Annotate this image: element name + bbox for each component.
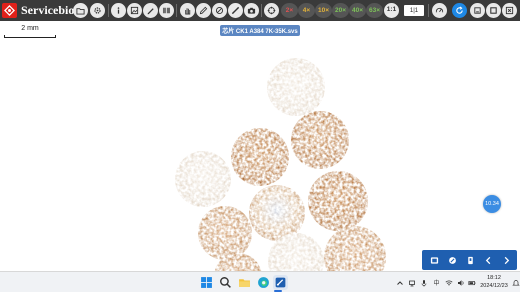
sync-refresh-icon[interactable] bbox=[452, 3, 467, 18]
tissue-core bbox=[267, 58, 325, 116]
toolbar-separator bbox=[176, 4, 177, 17]
start-windows-icon[interactable] bbox=[199, 275, 214, 290]
one-to-one-button[interactable]: 1:1 bbox=[384, 3, 399, 18]
ime-language-indicator[interactable]: 中 bbox=[432, 278, 441, 287]
scale-select[interactable]: 1|1 bbox=[404, 5, 424, 16]
settings-gear-icon[interactable] bbox=[90, 3, 105, 18]
maximize-icon[interactable] bbox=[486, 3, 501, 18]
zoom-2x-label: 2× bbox=[285, 7, 294, 14]
toolbar-separator bbox=[108, 4, 109, 17]
tissue-core bbox=[175, 151, 231, 207]
tissue-core bbox=[308, 171, 368, 231]
brand-name: Servicebio bbox=[21, 3, 75, 17]
network-icon[interactable] bbox=[407, 278, 416, 287]
battery-icon[interactable] bbox=[467, 278, 476, 287]
info-icon[interactable] bbox=[111, 3, 126, 18]
slide-viewer-app-icon[interactable] bbox=[273, 275, 288, 290]
toolbar-separator bbox=[428, 4, 429, 17]
edge-browser-icon[interactable] bbox=[256, 275, 271, 290]
speaker-volume-icon[interactable] bbox=[456, 278, 465, 287]
image-info-icon[interactable] bbox=[127, 3, 142, 18]
tissue-core bbox=[231, 128, 289, 186]
zoom-10x-button[interactable]: 10× bbox=[315, 3, 332, 18]
top-toolbar: Servicebio 2× 4× 10× 20× 40× 63× 1:1 1|1 bbox=[0, 0, 520, 21]
eraser-icon[interactable] bbox=[212, 3, 227, 18]
clock-date: 2024/12/23 bbox=[480, 283, 508, 289]
clock-time: 18:12 bbox=[487, 275, 501, 281]
brand: Servicebio bbox=[2, 2, 74, 19]
draw-pencil-icon[interactable] bbox=[196, 3, 211, 18]
scale-bar: 2 mm bbox=[4, 25, 56, 39]
zoom-40x-label: 40× bbox=[351, 7, 364, 14]
pan-hand-icon[interactable] bbox=[180, 3, 195, 18]
link-icon[interactable] bbox=[445, 253, 459, 267]
thumbnail-icon[interactable] bbox=[427, 253, 441, 267]
search-icon[interactable] bbox=[218, 275, 233, 290]
slide-title: 芯片 CK1 A384 7K-35K.svs bbox=[220, 25, 300, 36]
file-explorer-icon[interactable] bbox=[237, 275, 252, 290]
zoom-40x-button[interactable]: 40× bbox=[349, 3, 366, 18]
zoom-2x-button[interactable]: 2× bbox=[281, 3, 298, 18]
label-icon[interactable] bbox=[463, 253, 477, 267]
scale-bar-line bbox=[4, 35, 56, 38]
camera-snapshot-icon[interactable] bbox=[244, 3, 259, 18]
zoom-4x-label: 4× bbox=[302, 7, 311, 14]
previous-arrow-icon[interactable] bbox=[481, 253, 495, 267]
tissue-core bbox=[324, 226, 386, 271]
toolbar-separator bbox=[261, 4, 262, 17]
magnification-badge[interactable]: 10.34 bbox=[483, 195, 501, 213]
windows-taskbar: 中 18:12 2024/12/23 bbox=[0, 271, 520, 292]
speedometer-icon[interactable] bbox=[432, 3, 447, 18]
scale-select-value: 1|1 bbox=[409, 7, 419, 14]
zoom-63x-label: 63× bbox=[368, 7, 381, 14]
close-icon[interactable] bbox=[502, 3, 517, 18]
barcode-icon[interactable] bbox=[159, 3, 174, 18]
zoom-20x-label: 20× bbox=[334, 7, 347, 14]
tissue-core bbox=[291, 111, 349, 169]
scale-bar-label: 2 mm bbox=[21, 25, 39, 32]
zoom-20x-button[interactable]: 20× bbox=[332, 3, 349, 18]
open-folder-icon[interactable] bbox=[73, 3, 88, 18]
microphone-icon[interactable] bbox=[419, 278, 428, 287]
tissue-core bbox=[249, 185, 305, 241]
system-clock[interactable]: 18:12 2024/12/23 bbox=[478, 274, 510, 290]
minimize-icon[interactable] bbox=[470, 3, 485, 18]
one-to-one-label: 1:1 bbox=[386, 6, 397, 14]
measure-ruler-icon[interactable] bbox=[228, 3, 243, 18]
tissue-core bbox=[198, 206, 252, 260]
zoom-63x-button[interactable]: 63× bbox=[366, 3, 383, 18]
servicebio-logo-icon bbox=[2, 3, 17, 18]
fit-screen-icon[interactable] bbox=[264, 3, 279, 18]
tissue-microarray-viewport[interactable] bbox=[0, 21, 520, 271]
navigation-panel bbox=[422, 250, 517, 270]
chevron-up-icon[interactable] bbox=[395, 278, 404, 287]
next-arrow-icon[interactable] bbox=[499, 253, 513, 267]
zoom-10x-label: 10× bbox=[317, 7, 330, 14]
annotate-pen-icon[interactable] bbox=[143, 3, 158, 18]
zoom-4x-button[interactable]: 4× bbox=[298, 3, 315, 18]
notification-bell-icon[interactable] bbox=[511, 278, 520, 287]
wifi-icon[interactable] bbox=[444, 278, 453, 287]
